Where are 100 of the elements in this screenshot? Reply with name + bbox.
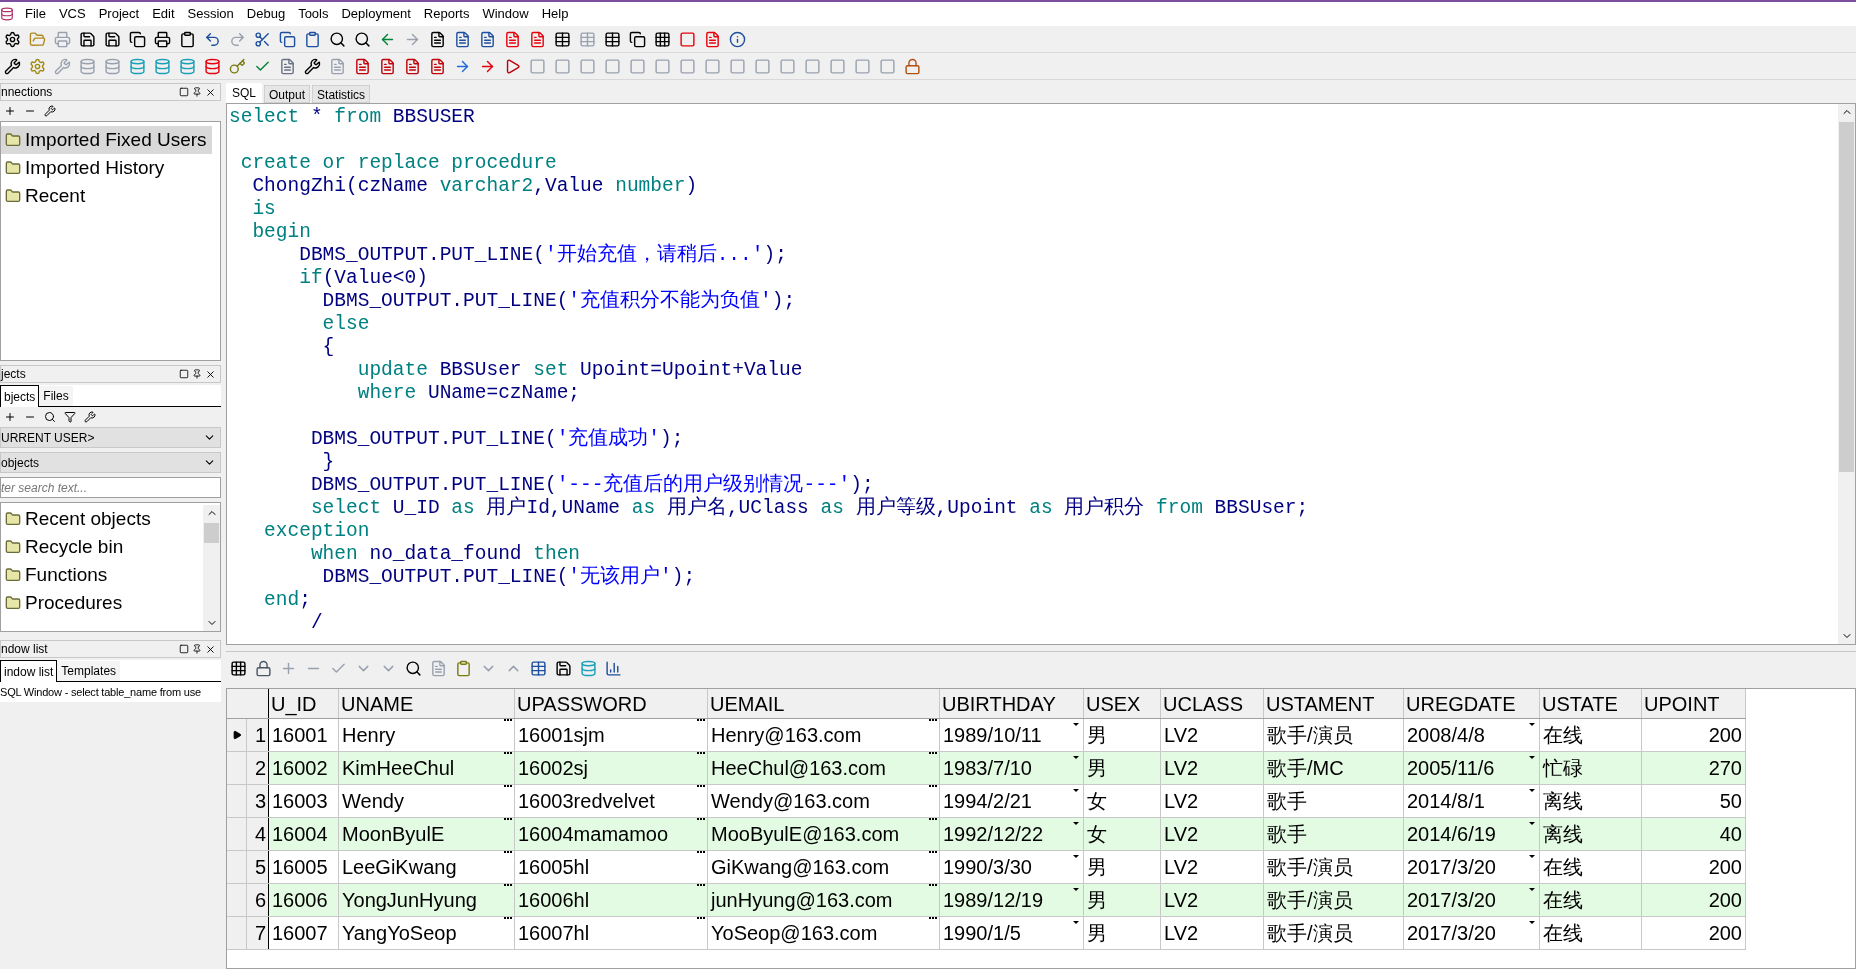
save-icon[interactable] — [79, 30, 96, 48]
close-icon[interactable] — [205, 86, 216, 98]
menu-item[interactable]: Window — [476, 4, 535, 24]
close-icon[interactable] — [205, 368, 216, 380]
column-header[interactable]: USTATE — [1540, 689, 1642, 718]
open-icon[interactable] — [29, 30, 46, 48]
type-select[interactable]: objects — [0, 452, 221, 473]
dropdown-icon[interactable] — [1073, 756, 1079, 759]
filter-icon[interactable] — [64, 411, 76, 423]
scrollbar[interactable] — [1838, 104, 1855, 644]
save-icon[interactable] — [555, 660, 572, 677]
float-icon[interactable] — [179, 87, 189, 97]
pin-icon[interactable] — [192, 369, 202, 379]
database-icon[interactable] — [179, 57, 196, 75]
gear-icon[interactable] — [29, 57, 46, 75]
dropdown-icon[interactable] — [1529, 756, 1535, 759]
dropdown-icon[interactable] — [1529, 888, 1535, 891]
dropdown-icon[interactable] — [1073, 888, 1079, 891]
scrollbar[interactable] — [203, 505, 220, 631]
column-header[interactable]: UPASSWORD — [515, 689, 708, 718]
window-list-item[interactable]: SQL Window - select table_name from use — [0, 682, 221, 702]
dropdown-icon[interactable] — [1529, 789, 1535, 792]
tree-item[interactable]: Imported History — [1, 154, 212, 182]
dropdown-icon[interactable] — [1529, 723, 1535, 726]
database-icon[interactable] — [204, 57, 221, 75]
find-icon[interactable] — [329, 30, 346, 48]
database-icon[interactable] — [154, 57, 171, 75]
scrollbar-thumb[interactable] — [204, 523, 219, 543]
wrench-icon[interactable] — [304, 57, 321, 75]
column-header[interactable]: UCLASS — [1161, 689, 1264, 718]
menu-item[interactable]: File — [19, 4, 52, 24]
editor-tab[interactable]: SQL — [226, 83, 262, 103]
editor-tab[interactable]: Statistics — [312, 85, 371, 103]
owner-select[interactable]: URRENT USER> — [0, 427, 221, 448]
find-next-icon[interactable] — [354, 30, 371, 48]
dropdown-icon[interactable] — [1073, 921, 1079, 924]
edit-icon[interactable] — [84, 411, 96, 423]
tree-item[interactable]: Procedures — [1, 589, 195, 617]
cut-icon[interactable] — [254, 30, 271, 48]
cascade-icon[interactable] — [629, 30, 646, 48]
dropdown-icon[interactable] — [1529, 822, 1535, 825]
print-icon[interactable] — [154, 30, 171, 48]
column-header[interactable]: USTAMENT — [1264, 689, 1404, 718]
grid-icon[interactable] — [230, 660, 247, 677]
document-icon[interactable] — [429, 30, 446, 48]
window-icon[interactable] — [604, 30, 621, 48]
editor-tab[interactable]: Output — [264, 85, 311, 103]
dropdown-icon[interactable] — [1529, 855, 1535, 858]
panel-tab[interactable]: indow list — [0, 660, 58, 682]
dropdown-icon[interactable] — [1073, 822, 1079, 825]
dropdown-icon[interactable] — [1529, 921, 1535, 924]
menu-item[interactable]: Project — [92, 4, 146, 24]
save-as-icon[interactable] — [104, 30, 121, 48]
column-header[interactable]: USEX — [1084, 689, 1161, 718]
paste-icon[interactable] — [304, 30, 321, 48]
edit-icon[interactable] — [44, 105, 56, 117]
column-header[interactable]: UEMAIL — [708, 689, 940, 718]
tree-item[interactable]: Recycle bin — [1, 533, 195, 561]
menu-item[interactable]: Edit — [146, 4, 181, 24]
tile-icon[interactable] — [654, 30, 671, 48]
dropdown-icon[interactable] — [1073, 723, 1079, 726]
dropdown-icon[interactable] — [1073, 855, 1079, 858]
menu-item[interactable]: Debug — [240, 4, 292, 24]
menu-item[interactable]: VCS — [52, 4, 92, 24]
tree-item[interactable]: Imported Fixed Users — [1, 126, 212, 154]
close-icon[interactable] — [205, 643, 216, 655]
float-icon[interactable] — [179, 644, 189, 654]
database-icon[interactable] — [580, 660, 597, 677]
column-header[interactable]: UNAME — [339, 689, 515, 718]
column-header[interactable]: U_ID — [269, 689, 339, 718]
panel-tab[interactable]: Templates — [57, 661, 121, 681]
row-indicator[interactable] — [227, 719, 247, 751]
panel-tab[interactable]: Files — [39, 386, 73, 406]
menu-item[interactable]: Reports — [417, 4, 476, 24]
tool-icon[interactable] — [4, 57, 21, 75]
run-icon[interactable] — [504, 57, 521, 75]
database-icon[interactable] — [129, 57, 146, 75]
tree-item[interactable]: Recent objects — [1, 505, 195, 533]
panel-tab[interactable]: bjects — [0, 385, 40, 407]
scrollbar-thumb[interactable] — [1839, 122, 1854, 472]
menu-item[interactable]: Session — [181, 4, 240, 24]
menu-item[interactable]: Help — [535, 4, 575, 24]
column-header[interactable]: UPOINT — [1642, 689, 1746, 718]
add-icon[interactable] — [4, 411, 16, 423]
tree-item[interactable]: Recent — [1, 182, 212, 210]
info-icon[interactable] — [729, 30, 746, 48]
pin-icon[interactable] — [192, 644, 202, 654]
undo-icon[interactable] — [204, 30, 221, 48]
chart-icon[interactable] — [605, 660, 622, 677]
menu-item[interactable]: Tools — [292, 4, 335, 24]
float-icon[interactable] — [179, 369, 189, 379]
find-icon[interactable] — [405, 660, 422, 677]
dropdown-icon[interactable] — [1073, 789, 1079, 792]
key-icon[interactable] — [229, 57, 246, 75]
pin-icon[interactable] — [192, 87, 202, 97]
code-editor[interactable] — [226, 103, 1856, 645]
search-field[interactable]: ter search text... — [0, 477, 221, 498]
column-header[interactable]: UBIRTHDAY — [940, 689, 1084, 718]
menu-item[interactable]: Deployment — [335, 4, 417, 24]
lock-icon[interactable] — [904, 57, 921, 75]
